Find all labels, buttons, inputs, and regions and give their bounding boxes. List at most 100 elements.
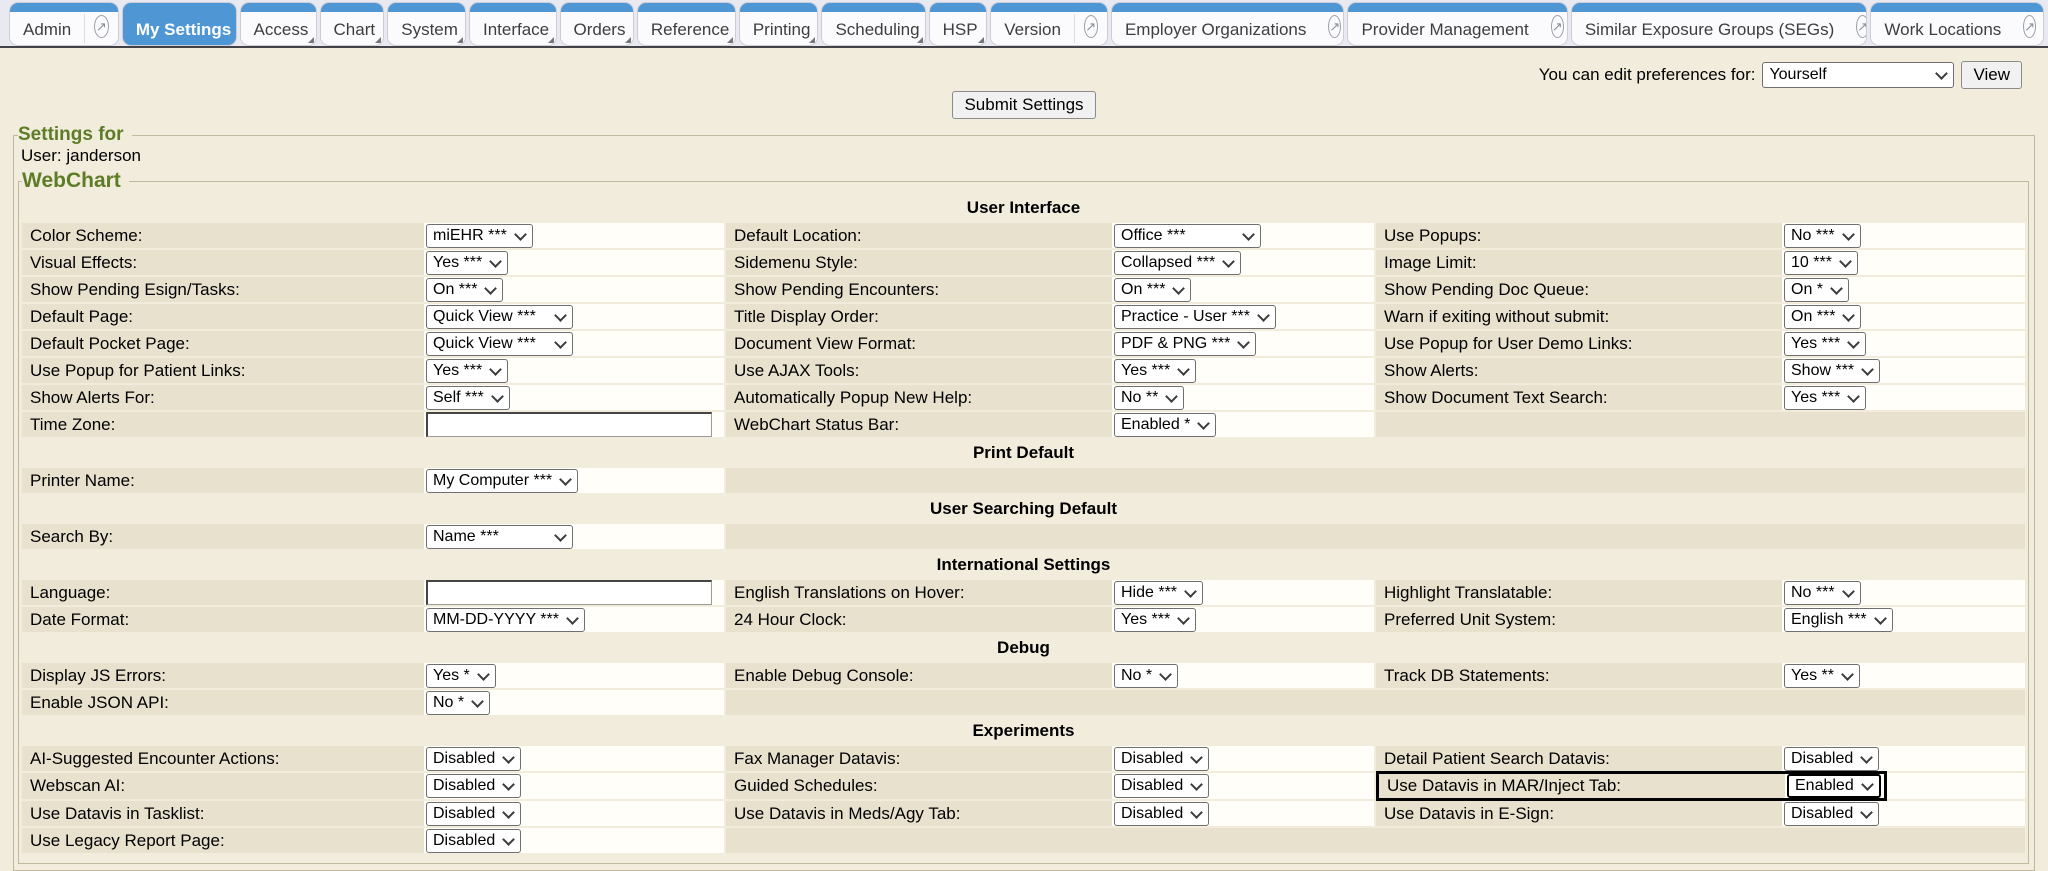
tab-admin[interactable]: Admin↗: [10, 3, 118, 45]
chevron-down-icon: [1830, 282, 1843, 295]
chevron-down-icon: [489, 363, 502, 376]
detail-patient-search-datavis-select[interactable]: Disabled: [1784, 747, 1879, 771]
external-link-icon[interactable]: ↗: [94, 15, 109, 38]
default-location-select[interactable]: Office ***: [1114, 224, 1261, 248]
use-popup-for-user-demo-links-select[interactable]: Yes ***: [1784, 332, 1866, 356]
enable-debug-console-select[interactable]: No *: [1114, 664, 1178, 688]
tab-employer-organizations[interactable]: Employer Organizations↗: [1112, 3, 1344, 45]
tab-scheduling[interactable]: Scheduling: [822, 3, 924, 45]
visual-effects-select[interactable]: Yes ***: [426, 251, 508, 275]
use-datavis-in-tasklist-select[interactable]: Disabled: [426, 802, 521, 826]
tab-orders[interactable]: Orders: [561, 3, 633, 45]
webscan-ai-select[interactable]: Disabled: [426, 774, 521, 798]
enable-json-api-select[interactable]: No *: [426, 691, 490, 715]
preferences-for-select[interactable]: Yourself: [1762, 62, 1954, 88]
search-by-select[interactable]: Name ***: [426, 525, 573, 549]
tab-provider-management[interactable]: Provider Management↗: [1348, 3, 1566, 45]
color-scheme-select[interactable]: miEHR ***: [426, 224, 533, 248]
tab-version[interactable]: Version↗: [991, 3, 1107, 45]
setting-cell-wrap: Visual Effects:Yes ***: [22, 250, 724, 275]
show-pending-doc-queue-select[interactable]: On *: [1784, 278, 1849, 302]
tab-chart[interactable]: Chart: [321, 3, 384, 45]
external-link-icon[interactable]: ↗: [1328, 15, 1341, 38]
external-link-icon[interactable]: ↗: [1551, 15, 1564, 38]
setting-cell-wrap: Automatically Popup New Help:No **: [726, 385, 1374, 410]
webchart-fieldset: WebChart User InterfaceColor Scheme:miEH…: [18, 169, 2029, 864]
tab-similar-exposure-groups-segs[interactable]: Similar Exposure Groups (SEGs)↗: [1572, 3, 1867, 45]
empty-cell: [726, 690, 2025, 715]
display-js-errors-select[interactable]: Yes *: [426, 664, 496, 688]
highlight-translatable-select[interactable]: No ***: [1784, 581, 1861, 605]
use-legacy-report-page-select[interactable]: Disabled: [426, 829, 521, 853]
tab-system[interactable]: System: [388, 3, 465, 45]
tab-label: My Settings: [123, 3, 236, 40]
setting-title-display-order: Title Display Order:Practice - User ***: [726, 304, 1374, 329]
tab-my-settings[interactable]: My Settings: [123, 3, 236, 45]
date-format-select[interactable]: MM-DD-YYYY ***: [426, 608, 585, 632]
default-page-select[interactable]: Quick View ***: [426, 305, 573, 329]
preferred-unit-system-select[interactable]: English ***: [1784, 608, 1893, 632]
setting-default-page: Default Page:Quick View ***: [22, 304, 724, 329]
tab-printing[interactable]: Printing: [740, 3, 818, 45]
use-popup-for-patient-links-select[interactable]: Yes ***: [426, 359, 508, 383]
chevron-down-icon: [1841, 668, 1854, 681]
use-datavis-in-e-sign-select[interactable]: Disabled: [1784, 802, 1879, 826]
select-value: No *: [433, 694, 464, 712]
view-button[interactable]: View: [1961, 61, 2022, 89]
guided-schedules-select[interactable]: Disabled: [1114, 774, 1209, 798]
tab-label: Printing: [740, 3, 818, 40]
show-alerts-for-select[interactable]: Self ***: [426, 386, 510, 410]
show-alerts-select[interactable]: Show ***: [1784, 359, 1880, 383]
use-popups-select[interactable]: No ***: [1784, 224, 1861, 248]
warn-if-exiting-without-submit-select[interactable]: On ***: [1784, 305, 1861, 329]
automatically-popup-new-help-select[interactable]: No **: [1114, 386, 1184, 410]
fax-manager-datavis-select[interactable]: Disabled: [1114, 747, 1209, 771]
tab-interface[interactable]: Interface: [470, 3, 556, 45]
use-datavis-in-meds-agy-tab-select[interactable]: Disabled: [1114, 802, 1209, 826]
setting-cell-wrap: Use AJAX Tools:Yes ***: [726, 358, 1374, 383]
setting-label: Guided Schedules:: [726, 773, 1112, 799]
default-pocket-page-select[interactable]: Quick View ***: [426, 332, 573, 356]
language-input[interactable]: [426, 580, 712, 605]
setting-value-cell: Name ***: [424, 524, 724, 549]
tab-work-locations[interactable]: Work Locations↗: [1871, 3, 2043, 45]
printer-name-select[interactable]: My Computer ***: [426, 469, 578, 493]
webchart-status-bar-select[interactable]: Enabled *: [1114, 413, 1216, 437]
setting-show-pending-esign-tasks: Show Pending Esign/Tasks:On ***: [22, 277, 724, 302]
tab-access[interactable]: Access: [241, 3, 316, 45]
use-ajax-tools-select[interactable]: Yes ***: [1114, 359, 1196, 383]
chevron-down-icon: [1222, 255, 1235, 268]
image-limit-select[interactable]: 10 ***: [1784, 251, 1858, 275]
show-pending-esign-tasks-select[interactable]: On ***: [426, 278, 503, 302]
submenu-indicator-icon: [625, 37, 631, 43]
setting-display-js-errors: Display JS Errors:Yes *: [22, 663, 724, 688]
title-display-order-select[interactable]: Practice - User ***: [1114, 305, 1276, 329]
use-datavis-in-mar-inject-tab-select[interactable]: Enabled: [1787, 774, 1881, 798]
ai-suggested-encounter-actions-select[interactable]: Disabled: [426, 747, 521, 771]
document-view-format-select[interactable]: PDF & PNG ***: [1114, 332, 1256, 356]
submenu-indicator-icon: [917, 37, 923, 43]
show-document-text-search-select[interactable]: Yes ***: [1784, 386, 1866, 410]
setting-webchart-status-bar: WebChart Status Bar:Enabled *: [726, 412, 1374, 437]
submit-settings-button[interactable]: Submit Settings: [952, 91, 1095, 119]
track-db-statements-select[interactable]: Yes **: [1784, 664, 1860, 688]
external-link-icon[interactable]: ↗: [1084, 15, 1098, 38]
tab-label: Interface: [470, 3, 556, 40]
sidemenu-style-select[interactable]: Collapsed ***: [1114, 251, 1241, 275]
tab-label: Access: [241, 3, 316, 40]
tab-reference[interactable]: Reference: [638, 3, 735, 45]
24-hour-clock-select[interactable]: Yes ***: [1114, 608, 1196, 632]
setting-value-cell: Hide ***: [1112, 580, 1374, 605]
setting-use-popup-for-user-demo-links: Use Popup for User Demo Links:Yes ***: [1376, 331, 2025, 356]
english-translations-on-hover-select[interactable]: Hide ***: [1114, 581, 1203, 605]
setting-cell-wrap: Show Pending Esign/Tasks:On ***: [22, 277, 724, 302]
show-pending-encounters-select[interactable]: On ***: [1114, 278, 1191, 302]
setting-default-location: Default Location:Office ***: [726, 223, 1374, 248]
setting-use-datavis-in-tasklist: Use Datavis in Tasklist:Disabled: [22, 801, 724, 826]
external-link-icon[interactable]: ↗: [2023, 15, 2036, 38]
select-value: Disabled: [1121, 750, 1183, 768]
tab-hsp[interactable]: HSP: [930, 3, 987, 45]
time-zone-input[interactable]: [426, 412, 712, 437]
external-link-icon[interactable]: ↗: [1856, 15, 1866, 38]
setting-value-cell: Disabled: [1782, 801, 2025, 826]
